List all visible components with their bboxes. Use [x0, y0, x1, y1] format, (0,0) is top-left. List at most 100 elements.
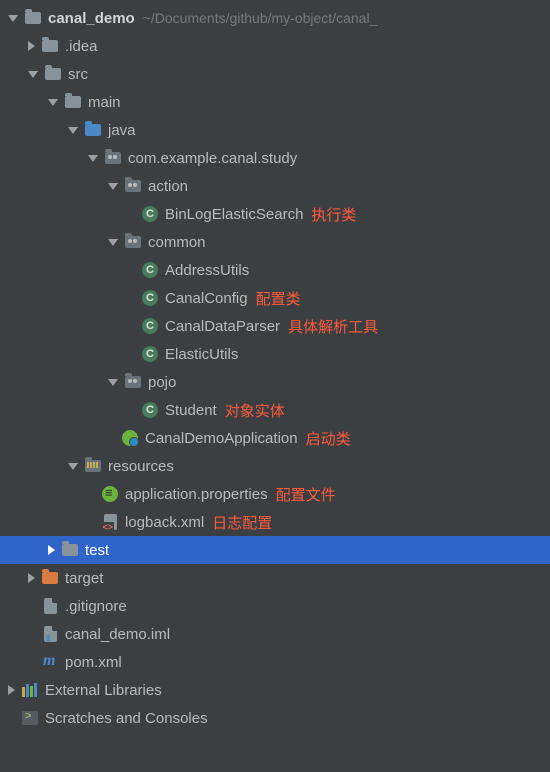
arrow-spacer: [28, 657, 35, 667]
pkg-icon: [124, 177, 142, 195]
arrow-spacer: [8, 713, 15, 723]
class-icon: C: [141, 317, 159, 335]
tree-item-label: com.example.canal.study: [128, 150, 297, 167]
tree-item-annotation: 具体解析工具: [288, 316, 378, 337]
tree-item-annotation: 执行类: [311, 204, 356, 225]
scratch-icon: [21, 709, 39, 727]
arrow-spacer: [28, 601, 35, 611]
tree-row[interactable]: application.properties配置文件: [0, 480, 550, 508]
arrow-spacer: [128, 405, 135, 415]
tree-row[interactable]: C ElasticUtils: [0, 340, 550, 368]
arrow-spacer: [88, 489, 95, 499]
tree-row[interactable]: common: [0, 228, 550, 256]
expand-arrow-right-icon[interactable]: [48, 545, 55, 555]
tree-item-label: target: [65, 570, 103, 587]
folder-icon: [64, 93, 82, 111]
expand-arrow-down-icon[interactable]: [108, 183, 118, 190]
tree-item-label: canal_demo.iml: [65, 626, 170, 643]
expand-arrow-down-icon[interactable]: [108, 239, 118, 246]
class-icon: C: [141, 289, 159, 307]
tree-row[interactable]: C CanalDataParser 具体解析工具: [0, 312, 550, 340]
tree-row[interactable]: main: [0, 88, 550, 116]
pkg-icon: [104, 149, 122, 167]
arrow-spacer: [128, 209, 135, 219]
expand-arrow-down-icon[interactable]: [88, 155, 98, 162]
tree-row[interactable]: C AddressUtils: [0, 256, 550, 284]
tree-item-path: ~/Documents/github/my-object/canal_: [143, 10, 378, 26]
tree-item-label: common: [148, 234, 206, 251]
tree-item-label: pom.xml: [65, 654, 122, 671]
tree-row[interactable]: target: [0, 564, 550, 592]
tree-row[interactable]: resources: [0, 452, 550, 480]
tree-row[interactable]: src: [0, 60, 550, 88]
tree-item-annotation: 配置类: [256, 288, 301, 309]
class-icon: C: [141, 401, 159, 419]
file-icon: [41, 597, 59, 615]
tree-item-label: test: [85, 542, 109, 559]
spring-icon: [121, 429, 139, 447]
tree-item-label: java: [108, 122, 136, 139]
tree-row[interactable]: action: [0, 172, 550, 200]
expand-arrow-down-icon[interactable]: [68, 127, 78, 134]
tree-row[interactable]: C CanalConfig 配置类: [0, 284, 550, 312]
tree-row[interactable]: canal_demo ~/Documents/github/my-object/c…: [0, 4, 550, 32]
tree-row[interactable]: .idea: [0, 32, 550, 60]
prop-icon: [101, 485, 119, 503]
tree-row[interactable]: m pom.xml: [0, 648, 550, 676]
pkg-icon: [124, 233, 142, 251]
arrow-spacer: [128, 349, 135, 359]
tree-item-label: action: [148, 178, 188, 195]
folder-blue-icon: [84, 121, 102, 139]
tree-row[interactable]: test: [0, 536, 550, 564]
folder-icon: [61, 541, 79, 559]
tree-row[interactable]: pojo: [0, 368, 550, 396]
tree-item-label: ElasticUtils: [165, 346, 238, 363]
expand-arrow-down-icon[interactable]: [108, 379, 118, 386]
arrow-spacer: [108, 433, 115, 443]
tree-row[interactable]: CBinLogElasticSearch执行类: [0, 200, 550, 228]
tree-item-label: application.properties: [125, 486, 268, 503]
tree-item-label: pojo: [148, 374, 176, 391]
tree-row[interactable]: java: [0, 116, 550, 144]
expand-arrow-right-icon[interactable]: [28, 573, 35, 583]
tree-row[interactable]: Scratches and Consoles: [0, 704, 550, 732]
tree-item-label: logback.xml: [125, 514, 204, 531]
expand-arrow-down-icon[interactable]: [48, 99, 58, 106]
class-icon: C: [141, 205, 159, 223]
tree-row[interactable]: com.example.canal.study: [0, 144, 550, 172]
iml-icon: [41, 625, 59, 643]
tree-row[interactable]: CanalDemoApplication启动类: [0, 424, 550, 452]
tree-row[interactable]: .gitignore: [0, 592, 550, 620]
tree-item-annotation: 启动类: [306, 428, 351, 449]
tree-item-label: AddressUtils: [165, 262, 249, 279]
expand-arrow-down-icon[interactable]: [68, 463, 78, 470]
project-tree[interactable]: canal_demo ~/Documents/github/my-object/c…: [0, 0, 550, 732]
expand-arrow-down-icon[interactable]: [28, 71, 38, 78]
arrow-spacer: [128, 265, 135, 275]
maven-icon: m: [41, 653, 59, 671]
res-icon: [84, 457, 102, 475]
expand-arrow-right-icon[interactable]: [28, 41, 35, 51]
expand-arrow-down-icon[interactable]: [8, 15, 18, 22]
tree-item-label: CanalDataParser: [165, 318, 280, 335]
arrow-spacer: [28, 629, 35, 639]
tree-row[interactable]: canal_demo.iml: [0, 620, 550, 648]
tree-item-label: resources: [108, 458, 174, 475]
tree-item-label: External Libraries: [45, 682, 162, 699]
folder-icon: [24, 9, 42, 27]
tree-item-label: main: [88, 94, 121, 111]
tree-item-label: CanalConfig: [165, 290, 248, 307]
class-icon: C: [141, 261, 159, 279]
folder-icon: [41, 37, 59, 55]
arrow-spacer: [128, 321, 135, 331]
tree-item-label: Student: [165, 402, 217, 419]
class-icon: C: [141, 345, 159, 363]
expand-arrow-right-icon[interactable]: [8, 685, 15, 695]
tree-row[interactable]: External Libraries: [0, 676, 550, 704]
tree-row[interactable]: logback.xml日志配置: [0, 508, 550, 536]
folder-icon: [44, 65, 62, 83]
tree-row[interactable]: CStudent对象实体: [0, 396, 550, 424]
tree-item-label: .gitignore: [65, 598, 127, 615]
tree-item-label: canal_demo: [48, 10, 135, 27]
arrow-spacer: [88, 517, 95, 527]
